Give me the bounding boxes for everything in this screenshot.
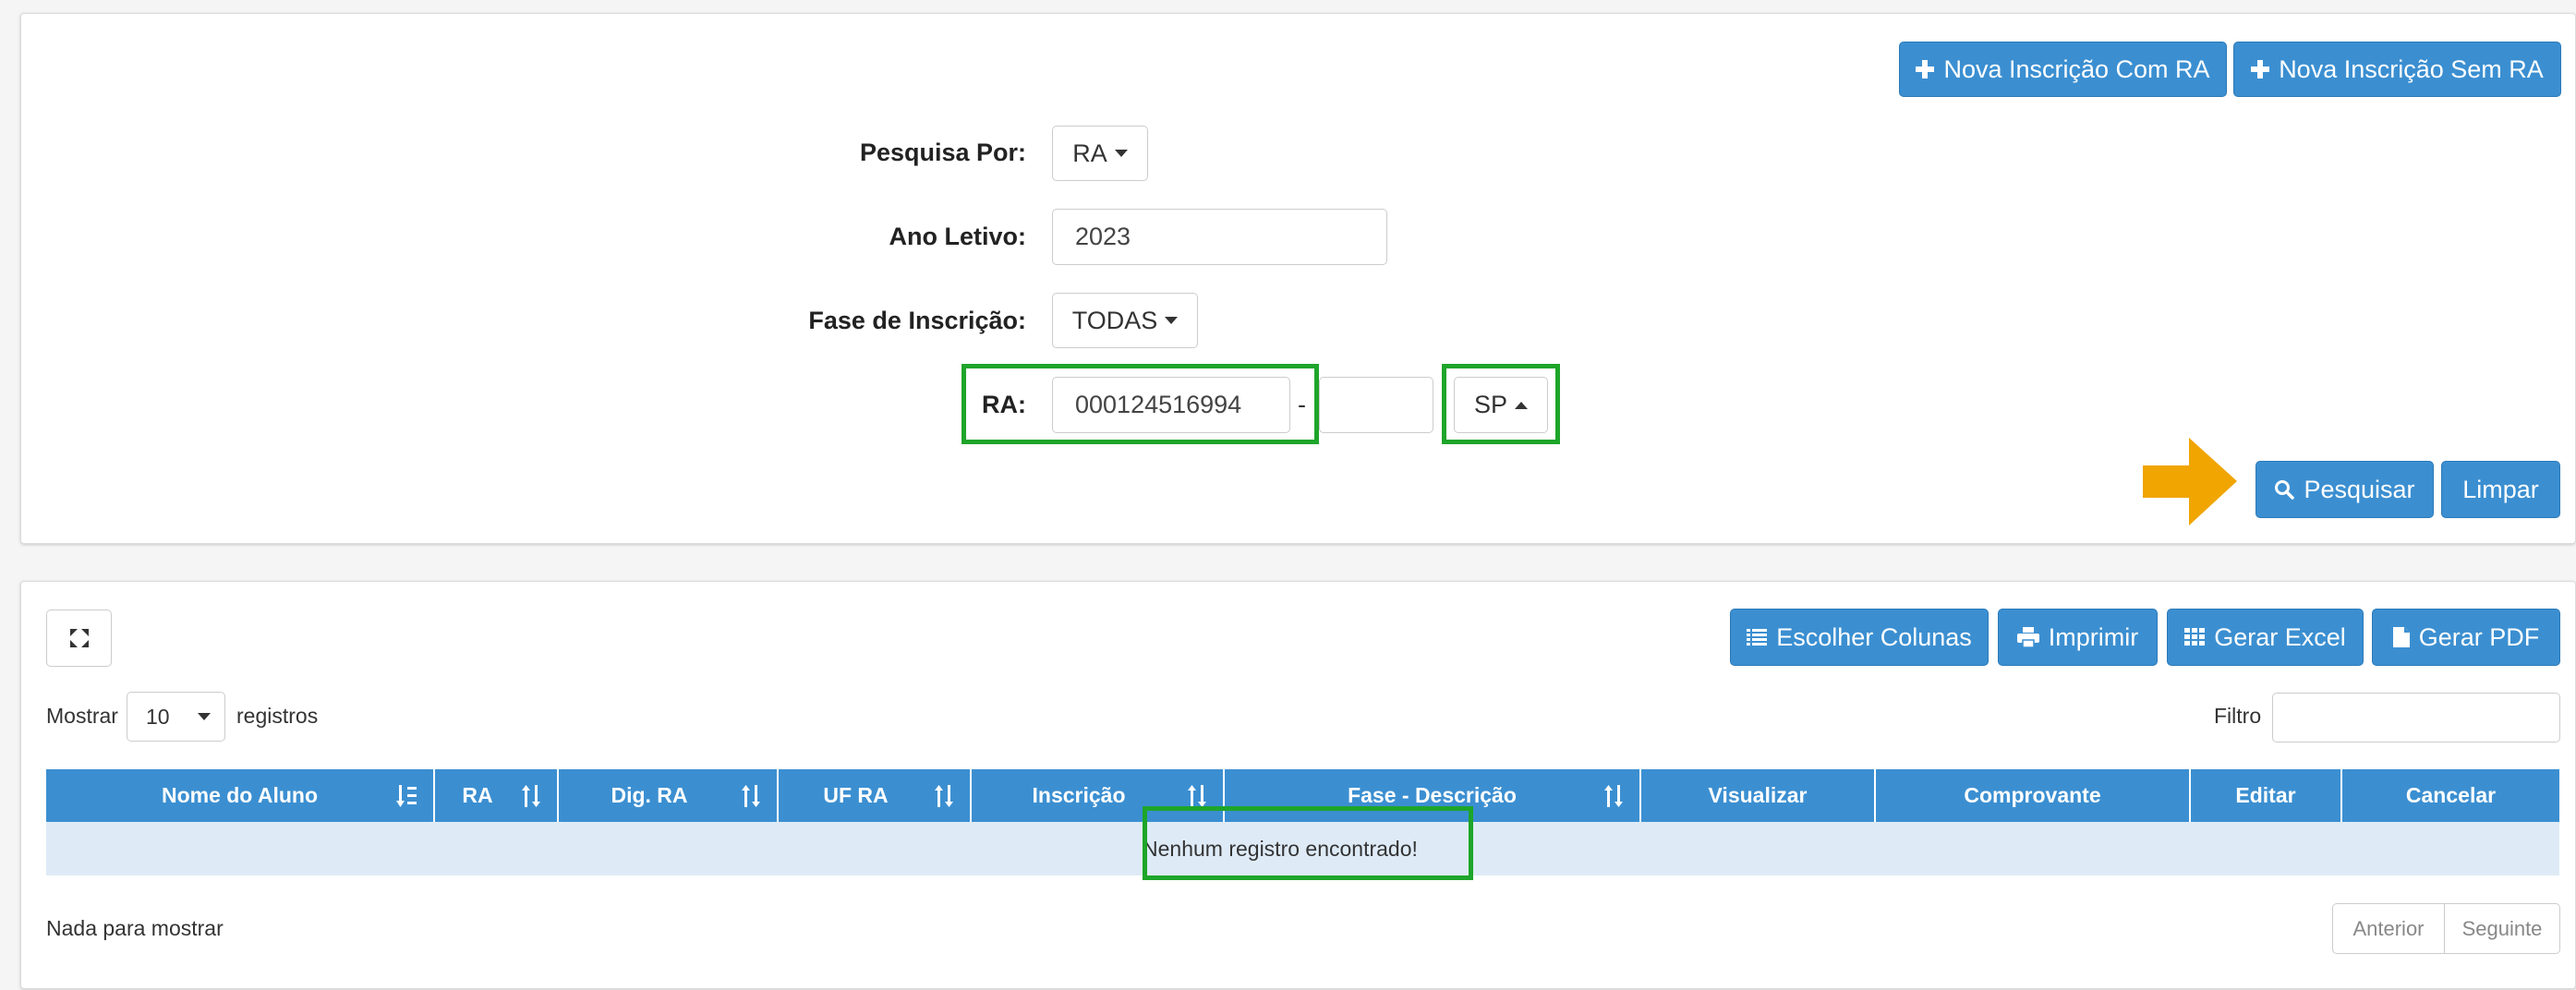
- list-icon: [1747, 629, 1768, 646]
- column-header-nome-do-aluno[interactable]: Nome do Aluno: [46, 769, 435, 822]
- excel-button[interactable]: Gerar Excel: [2167, 609, 2364, 666]
- show-label: Mostrar: [46, 704, 118, 728]
- plus-icon: [1916, 60, 1935, 78]
- pagination-next[interactable]: Seguinte: [2444, 903, 2560, 954]
- file-icon: [2392, 627, 2410, 647]
- arrow-right-icon: [2143, 438, 2237, 525]
- expand-icon: [69, 629, 89, 647]
- registration-phase-label: Fase de Inscrição:: [808, 307, 1026, 334]
- table-info: Nada para mostrar: [46, 916, 224, 940]
- sort-icon: [1604, 785, 1623, 807]
- search-button[interactable]: Pesquisar: [2256, 461, 2434, 518]
- choose-columns-button[interactable]: Escolher Colunas: [1730, 609, 1989, 666]
- page-size-select[interactable]: 10: [127, 692, 225, 742]
- ra-number-input[interactable]: 000124516994: [1052, 377, 1290, 433]
- search-by-label: Pesquisa Por:: [859, 139, 1026, 166]
- plus-icon: [2251, 60, 2270, 78]
- table-icon: [2184, 628, 2206, 646]
- new-inscription-without-ra-button[interactable]: Nova Inscrição Sem RA: [2233, 42, 2561, 97]
- print-button[interactable]: Imprimir: [1998, 609, 2158, 666]
- column-header-ra[interactable]: RA: [435, 769, 559, 822]
- sort-icon: [1188, 785, 1206, 807]
- registration-phase-dropdown[interactable]: TODAS: [1052, 293, 1198, 348]
- fullscreen-button[interactable]: [46, 610, 112, 667]
- clear-button[interactable]: Limpar: [2441, 461, 2560, 518]
- filter-input[interactable]: [2272, 693, 2560, 742]
- ra-separator: -: [1298, 391, 1306, 418]
- column-header-cancelar: Cancelar: [2405, 783, 2497, 807]
- column-header-visualizar: Visualizar: [1641, 769, 1876, 822]
- records-label: registros: [236, 704, 319, 728]
- new-inscription-with-ra-button[interactable]: Nova Inscrição Com RA: [1899, 42, 2227, 97]
- pdf-button[interactable]: Gerar PDF: [2372, 609, 2560, 666]
- sort-icon: [935, 785, 953, 807]
- ra-digit-input[interactable]: [1319, 377, 1433, 433]
- caret-down-icon: [1114, 150, 1128, 157]
- column-header-editar: Editar: [2191, 769, 2342, 822]
- sort-alpha-icon: [396, 785, 417, 807]
- search-by-dropdown[interactable]: RA: [1052, 126, 1148, 181]
- empty-message-highlight-box: [1143, 806, 1473, 880]
- pagination-previous[interactable]: Anterior: [2332, 903, 2445, 954]
- school-year-input[interactable]: 2023: [1052, 209, 1387, 265]
- caret-down-icon: [1165, 317, 1179, 324]
- search-icon: [2275, 480, 2295, 500]
- column-header-uf-ra[interactable]: UF RA: [779, 769, 972, 822]
- column-header-dig-ra[interactable]: Dig. RA: [559, 769, 779, 822]
- ra-uf-dropdown[interactable]: SP: [1454, 377, 1548, 433]
- filter-label: Filtro: [2214, 704, 2262, 728]
- column-header-comprovante: Comprovante: [1876, 769, 2191, 822]
- print-icon: [2016, 627, 2039, 647]
- school-year-label: Ano Letivo:: [889, 223, 1027, 250]
- ra-label: RA:: [982, 391, 1026, 418]
- caret-down-icon: [197, 713, 211, 720]
- sort-icon: [742, 785, 760, 807]
- caret-up-icon: [1515, 401, 1529, 409]
- sort-icon: [522, 785, 540, 807]
